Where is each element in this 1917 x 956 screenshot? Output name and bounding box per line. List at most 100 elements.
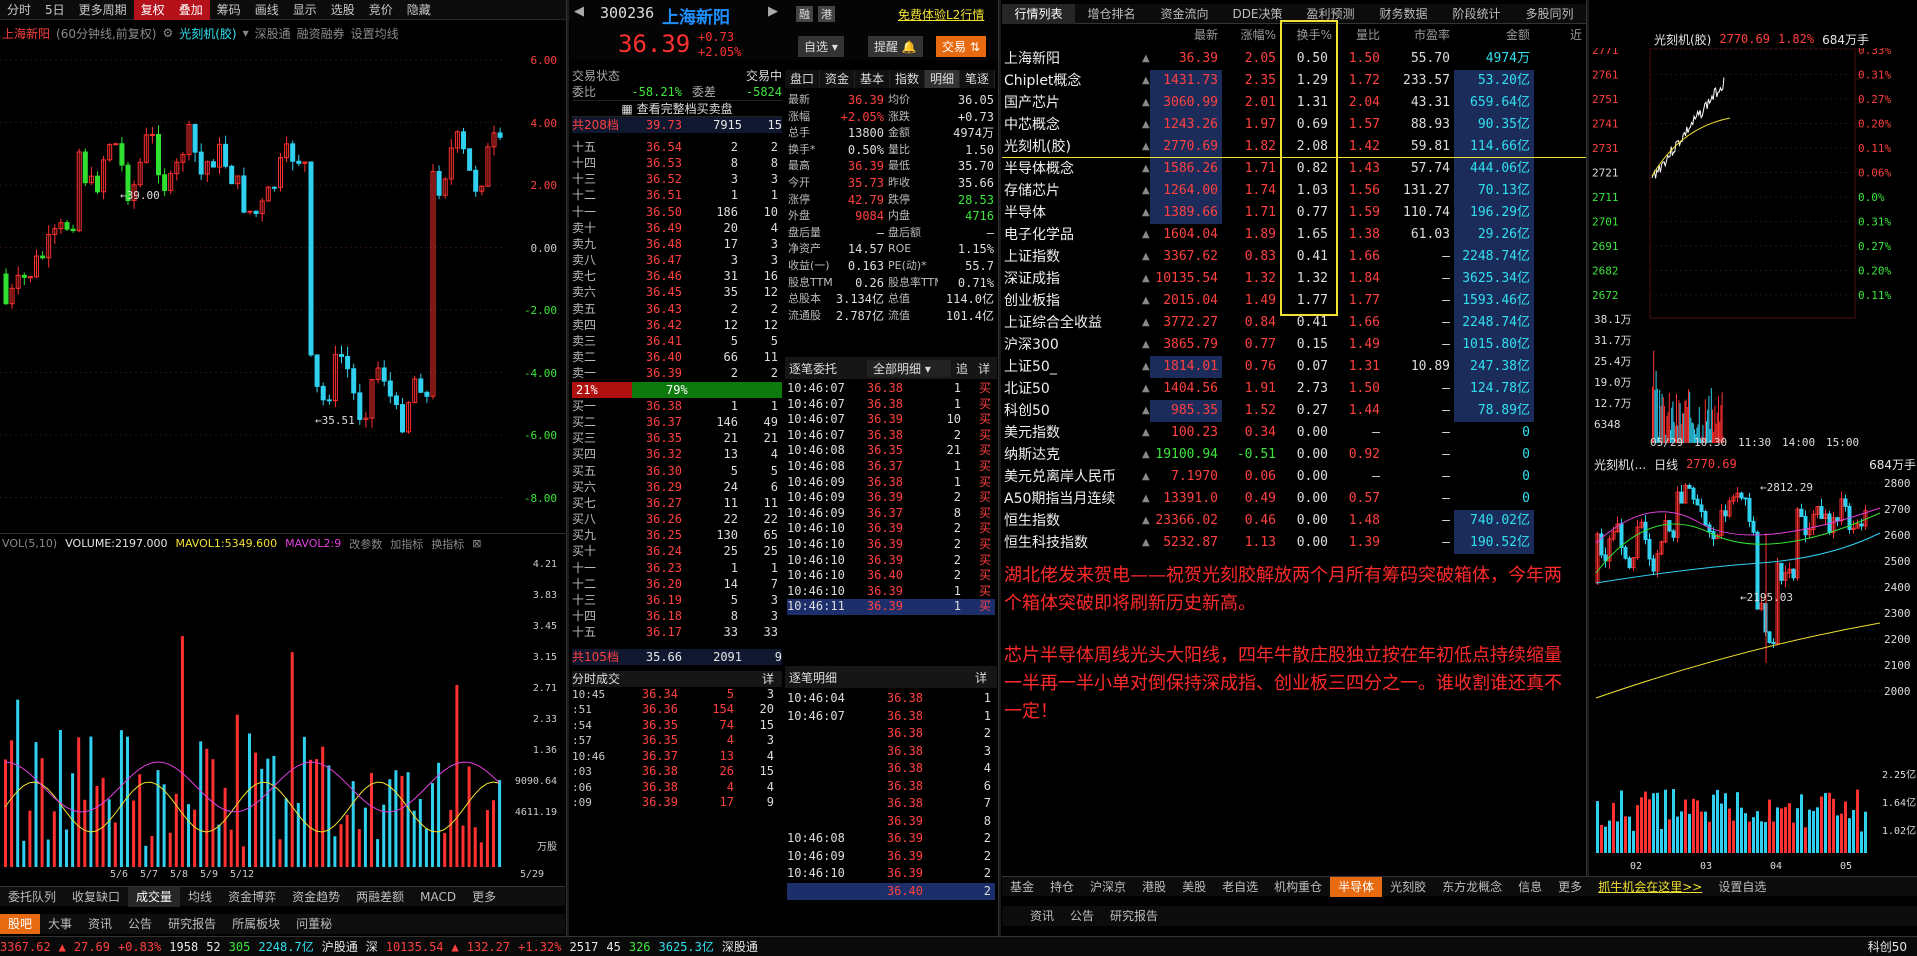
bottom-tab-1[interactable]: 持仓	[1042, 877, 1082, 897]
qt-tab-7[interactable]: 多股同列	[1513, 4, 1586, 24]
ask-row[interactable]: 十四 36.53 8 8	[572, 155, 782, 171]
quote-row[interactable]: 电子化学品 ▲ 1604.04 1.89 1.65 1.38 61.03 29.26亿	[1002, 224, 1586, 246]
left-arrow-icon[interactable]: ◀	[574, 4, 584, 19]
left-news-tab-2[interactable]: 资讯	[80, 914, 120, 934]
left-tab-6[interactable]: 两融差额	[348, 887, 412, 907]
ask-row[interactable]: 十一 36.50 186 10	[572, 204, 782, 220]
qt-tab-5[interactable]: 财务数据	[1367, 4, 1440, 24]
bell-icon[interactable]: ▲	[1142, 246, 1152, 268]
bell-icon[interactable]: ▲	[1142, 400, 1152, 422]
quote-row[interactable]: 上海新阳 ▲ 36.39 2.05 0.50 1.50 55.70 4974万	[1002, 48, 1586, 70]
price-chart[interactable]: ←39.00 ←35.51	[0, 44, 564, 524]
quote-row[interactable]: 深证成指 ▲ 10135.54 1.32 1.32 1.84 — 3625.34亿	[1002, 268, 1586, 290]
bell-icon[interactable]: ▲	[1142, 444, 1152, 466]
ask-row[interactable]: 卖五 36.43 2 2	[572, 301, 782, 317]
bid-row[interactable]: 买一 36.38 1 1	[572, 398, 782, 414]
bid-row[interactable]: 十一 36.23 1 1	[572, 560, 782, 576]
left-tab-5[interactable]: 资金趋势	[284, 887, 348, 907]
close-icon[interactable]: ⊠	[472, 537, 481, 550]
bell-icon[interactable]: ▲	[1142, 334, 1152, 356]
link-sgt[interactable]: 深股通	[255, 25, 291, 42]
toolbar-btn-5[interactable]: 筹码	[210, 0, 248, 20]
toolbar-btn-4[interactable]: 叠加	[171, 0, 210, 20]
bottom-tab-3[interactable]: 港股	[1134, 877, 1174, 897]
bell-icon[interactable]: ▲	[1142, 180, 1152, 202]
bell-icon[interactable]: ▲	[1142, 224, 1152, 246]
quote-row[interactable]: 恒生指数 ▲ 23366.02 0.46 0.00 1.48 — 740.02亿	[1002, 510, 1586, 532]
bottom-tab-7[interactable]: 半导体	[1330, 876, 1383, 897]
qt-header-cell[interactable]: 市盈率	[1384, 26, 1454, 46]
bid-row[interactable]: 买九 36.25 130 65	[572, 527, 782, 543]
quote-row[interactable]: 上证综合全收益 ▲ 3772.27 0.84 0.41 1.66 — 2248.74亿	[1002, 312, 1586, 334]
quote-row[interactable]: 北证50 ▲ 1404.56 1.91 2.73 1.50 — 124.78亿	[1002, 378, 1586, 400]
bell-icon[interactable]: ▲	[1142, 202, 1152, 224]
l2-link[interactable]: 免费体验L2行情	[898, 6, 984, 23]
left-tab-4[interactable]: 资金博弈	[220, 887, 284, 907]
compare-name[interactable]: 光刻机(胶)	[179, 25, 236, 42]
ask-row[interactable]: 十二 36.51 1 1	[572, 187, 782, 203]
zhubi-follow-button[interactable]: 追	[951, 360, 973, 377]
bid-row[interactable]: 买五 36.30 5 5	[572, 463, 782, 479]
toolbar-btn-0[interactable]: 分时	[0, 0, 38, 20]
bell-icon[interactable]: ▲	[1142, 378, 1152, 400]
left-tab-1[interactable]: 收复缺口	[64, 887, 128, 907]
ob-full-button[interactable]: ▦ 查看完整档买卖盘	[572, 100, 782, 117]
bid-row[interactable]: 买八 36.26 22 22	[572, 511, 782, 527]
news-tab-0[interactable]: 资讯	[1022, 906, 1062, 926]
trade-button[interactable]: 交易 ⇅	[936, 36, 986, 57]
toolbar-btn-6[interactable]: 画线	[248, 0, 286, 20]
ask-row[interactable]: 卖十 36.49 20 4	[572, 220, 782, 236]
left-tab-3[interactable]: 均线	[180, 887, 220, 907]
quote-row[interactable]: 恒生科技指数 ▲ 5232.87 1.13 0.00 1.39 — 190.52亿	[1002, 532, 1586, 554]
info-tab-1[interactable]: 资金	[820, 70, 855, 88]
bell-icon[interactable]: ▲	[1142, 290, 1152, 312]
bell-icon[interactable]: ▲	[1142, 422, 1152, 444]
qt-header-cell[interactable]: 近	[1534, 26, 1586, 46]
news-tab-2[interactable]: 研究报告	[1102, 906, 1166, 926]
quote-row[interactable]: 半导体概念 ▲ 1586.26 1.71 0.82 1.43 57.74 444.06亿	[1002, 158, 1586, 180]
qt-header-cell[interactable]: 量比	[1336, 26, 1384, 46]
quote-row[interactable]: 创业板指 ▲ 2015.04 1.49 1.77 1.77 — 1593.46亿	[1002, 290, 1586, 312]
qt-header-cell[interactable]: 换手%	[1280, 26, 1336, 46]
vol-swap[interactable]: 换指标	[431, 536, 464, 552]
bell-icon[interactable]: ▲	[1142, 158, 1152, 180]
ask-row[interactable]: 卖八 36.47 3 3	[572, 252, 782, 268]
bell-icon[interactable]: ▲	[1142, 92, 1152, 114]
info-tab-0[interactable]: 盘口	[785, 70, 820, 88]
bid-row[interactable]: 十四 36.18 8 3	[572, 608, 782, 624]
left-tab-0[interactable]: 委托队列	[0, 887, 64, 907]
kline-chart[interactable]: 2800 2700 2600 2500 2400 2300 2200 2100 2000 ←281…	[1590, 473, 1917, 873]
toolbar-btn-7[interactable]: 显示	[286, 0, 324, 20]
quote-row[interactable]: 纳斯达克 ▲ 19100.94 -0.51 0.00 0.92 — 0	[1002, 444, 1586, 466]
quote-row[interactable]: 国产芯片 ▲ 3060.99 2.01 1.31 2.04 43.31 659.64亿	[1002, 92, 1586, 114]
bell-icon[interactable]: ▲	[1142, 510, 1152, 532]
link-ma[interactable]: 设置均线	[351, 25, 399, 42]
bell-icon[interactable]: ▲	[1142, 114, 1152, 136]
qt-tab-6[interactable]: 阶段统计	[1440, 4, 1513, 24]
quote-row[interactable]: 中芯概念 ▲ 1243.26 1.97 0.69 1.57 88.93 90.35亿	[1002, 114, 1586, 136]
quote-row[interactable]: 存储芯片 ▲ 1264.00 1.74 1.03 1.56 131.27 70.13亿	[1002, 180, 1586, 202]
qt-tab-1[interactable]: 增仓排名	[1075, 4, 1148, 24]
bell-icon[interactable]: ▲	[1142, 312, 1152, 334]
bid-row[interactable]: 买三 36.35 21 21	[572, 430, 782, 446]
kc-link[interactable]: 科创50	[1868, 938, 1907, 955]
bid-row[interactable]: 十五 36.17 33 33	[572, 624, 782, 640]
bottom-tab-13[interactable]: 设置自选	[1710, 877, 1774, 897]
ask-row[interactable]: 卖六 36.45 35 12	[572, 284, 782, 300]
volume-chart[interactable]	[0, 555, 564, 867]
bell-icon[interactable]: ▲	[1142, 48, 1152, 70]
ask-row[interactable]: 卖三 36.41 5 5	[572, 333, 782, 349]
left-tab-7[interactable]: MACD	[412, 887, 464, 907]
left-news-tab-6[interactable]: 问董秘	[288, 914, 340, 934]
left-news-tab-4[interactable]: 研究报告	[160, 914, 224, 934]
toolbar-btn-1[interactable]: 5日	[38, 0, 72, 20]
bid-row[interactable]: 买十 36.24 25 25	[572, 543, 782, 559]
gear-icon[interactable]: ⚙	[162, 26, 173, 40]
bell-icon[interactable]: ▲	[1142, 532, 1152, 554]
bid-row[interactable]: 十二 36.20 14 7	[572, 576, 782, 592]
bottom-tab-11[interactable]: 更多	[1550, 877, 1590, 897]
left-tab-8[interactable]: 更多	[464, 887, 504, 907]
bottom-tab-2[interactable]: 沪深京	[1082, 877, 1134, 897]
bid-row[interactable]: 买四 36.32 13 4	[572, 446, 782, 462]
toolbar-btn-9[interactable]: 竞价	[362, 0, 400, 20]
